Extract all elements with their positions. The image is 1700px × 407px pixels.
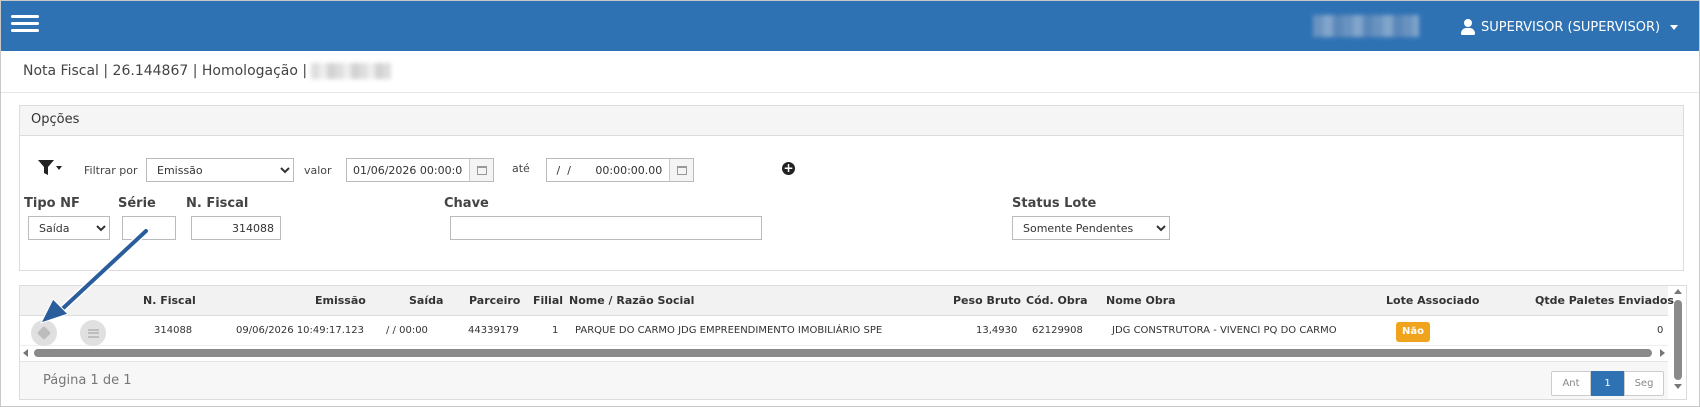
user-icon [1461, 19, 1475, 35]
cell-emissao: 09/06/2026 10:49:17.123 [236, 325, 364, 336]
scroll-thumb[interactable] [34, 349, 1652, 357]
col-cod-obra[interactable]: Cód. Obra [1026, 294, 1088, 307]
date-from-input[interactable] [347, 159, 469, 181]
scroll-thumb[interactable] [1674, 300, 1682, 380]
cell-parceiro: 44339179 [468, 325, 519, 336]
chave-input[interactable] [450, 216, 762, 240]
until-label: até [512, 162, 530, 175]
col-saida[interactable]: Saída [409, 294, 443, 307]
serie-label: Série [118, 196, 156, 211]
status-badge: Não [1396, 322, 1430, 342]
user-menu[interactable]: SUPERVISOR (SUPERVISOR) [1461, 17, 1679, 37]
cell-n-fiscal: 314088 [154, 325, 193, 336]
details-menu-icon[interactable] [80, 320, 106, 346]
grid-footer: Página 1 de 1 Ant 1 Seg [20, 361, 1668, 399]
app-window: SUPERVISOR (SUPERVISOR) Nota Fiscal | 26… [0, 0, 1700, 407]
breadcrumb-text: Nota Fiscal | 26.144867 | Homologação | [23, 63, 308, 79]
add-filter-icon[interactable]: + [782, 162, 795, 175]
user-label: SUPERVISOR (SUPERVISOR) [1481, 19, 1661, 35]
date-to-input[interactable] [547, 159, 669, 181]
cell-filial: 1 [552, 325, 559, 336]
divider [1, 92, 1699, 93]
scroll-up-icon[interactable] [1674, 289, 1682, 294]
cell-paletes: 0 [1657, 325, 1664, 336]
filter-icon[interactable] [37, 158, 63, 178]
top-navbar: SUPERVISOR (SUPERVISOR) [1, 1, 1699, 51]
date-from-field [346, 158, 494, 182]
redacted-info [1313, 15, 1419, 37]
associate-lot-icon[interactable] [31, 320, 57, 346]
table-row[interactable]: 314088 09/06/2026 10:49:17.123 / / 00:00… [20, 316, 1668, 346]
page-1-button[interactable]: 1 [1591, 371, 1624, 396]
cell-cod-obra: 62129908 [1032, 325, 1083, 336]
options-panel: Opções Filtrar por Emissão valor até + T… [19, 105, 1684, 271]
breadcrumb: Nota Fiscal | 26.144867 | Homologação | [23, 63, 392, 79]
prev-page-button[interactable]: Ant [1551, 371, 1591, 396]
col-paletes[interactable]: Qtde Paletes Enviados [1535, 294, 1674, 307]
cell-nome-obra: JDG CONSTRUTORA - VIVENCI PQ DO CARMO [1112, 325, 1337, 336]
filter-by-select[interactable]: Emissão [146, 158, 294, 182]
vertical-scrollbar[interactable] [1672, 286, 1685, 391]
scroll-left-icon[interactable] [23, 349, 28, 357]
status-lote-select[interactable]: Somente Pendentes [1012, 216, 1170, 240]
redacted-info [311, 63, 392, 79]
caret-down-icon [1670, 24, 1679, 30]
pagination: Ant 1 Seg [1551, 371, 1664, 396]
cell-nome: PARQUE DO CARMO JDG EMPREENDIMENTO IMOBI… [575, 325, 883, 336]
tipo-nf-label: Tipo NF [24, 196, 80, 211]
n-fiscal-label: N. Fiscal [186, 196, 249, 211]
status-lote-label: Status Lote [1012, 196, 1097, 211]
col-emissao[interactable]: Emissão [315, 294, 366, 307]
date-to-field [546, 158, 694, 182]
page-info: Página 1 de 1 [43, 373, 132, 388]
scroll-down-icon[interactable] [1674, 384, 1682, 389]
value-label: valor [304, 164, 332, 177]
col-nome[interactable]: Nome / Razão Social [569, 294, 694, 307]
cell-peso: 13,4930 [976, 325, 1018, 336]
calendar-icon[interactable] [469, 159, 493, 181]
col-lote[interactable]: Lote Associado [1386, 294, 1479, 307]
n-fiscal-input[interactable] [191, 216, 281, 240]
col-n-fiscal[interactable]: N. Fiscal [143, 294, 196, 307]
col-parceiro[interactable]: Parceiro [469, 294, 520, 307]
calendar-icon[interactable] [669, 159, 693, 181]
filter-by-label: Filtrar por [84, 164, 138, 177]
results-grid: N. Fiscal Emissão Saída Parceiro Filial … [19, 285, 1687, 400]
options-title: Opções [20, 106, 1683, 136]
grid-header: N. Fiscal Emissão Saída Parceiro Filial … [20, 286, 1674, 316]
scroll-right-icon[interactable] [1660, 349, 1665, 357]
hamburger-menu-icon[interactable] [11, 15, 39, 37]
cell-saida: / / 00:00 [386, 325, 428, 336]
next-page-button[interactable]: Seg [1624, 371, 1664, 396]
col-filial[interactable]: Filial [533, 294, 563, 307]
chave-label: Chave [444, 196, 489, 211]
col-nome-obra[interactable]: Nome Obra [1106, 294, 1176, 307]
serie-input[interactable] [122, 216, 176, 240]
horizontal-scrollbar[interactable] [20, 346, 1668, 360]
tipo-nf-select[interactable]: Saída [28, 216, 110, 240]
col-peso[interactable]: Peso Bruto [953, 294, 1021, 307]
